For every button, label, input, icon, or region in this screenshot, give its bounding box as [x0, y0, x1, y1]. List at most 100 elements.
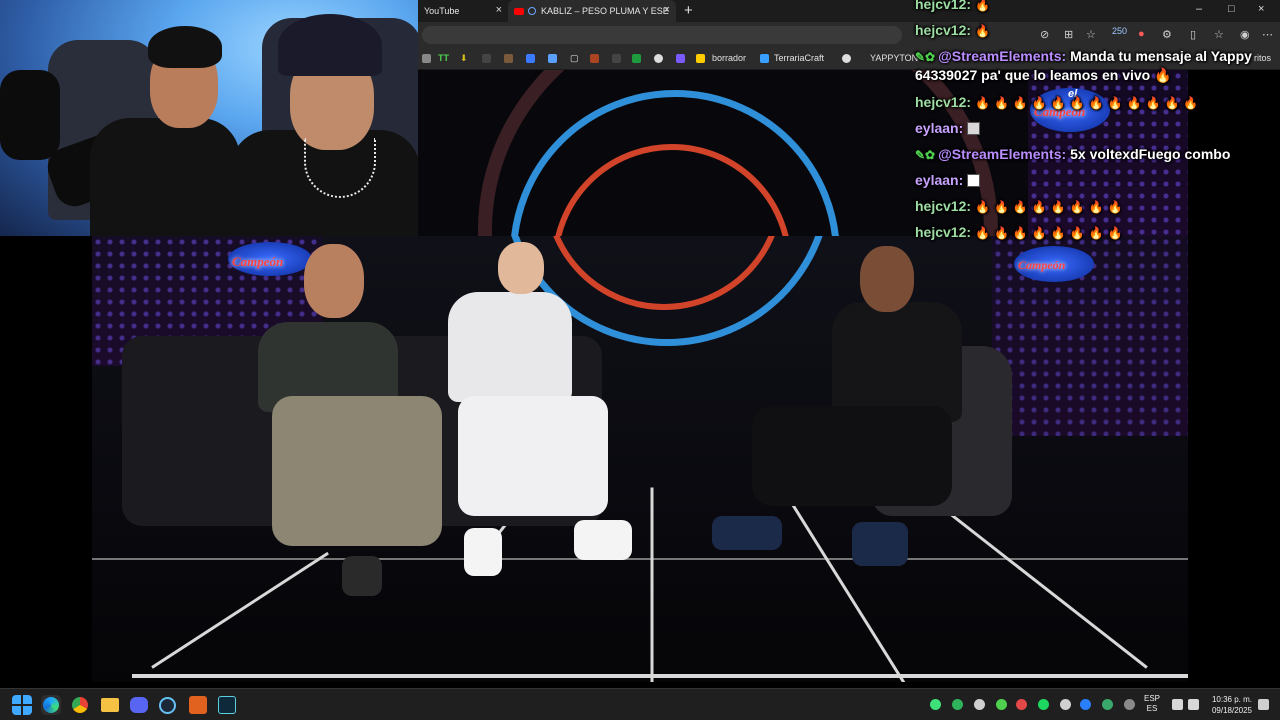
- moderator-badge-icon: ✎✿: [915, 50, 936, 64]
- chat-message-continued: 64339027 pa' que lo leamos en vivo 🔥: [915, 67, 1172, 84]
- chat-text: 5x voltexdFuego combo: [1070, 146, 1231, 162]
- bluetooth-icon[interactable]: [1080, 699, 1091, 710]
- excel-icon[interactable]: [632, 54, 641, 63]
- download-icon[interactable]: ⬇: [460, 53, 468, 64]
- discord-icon[interactable]: [130, 697, 148, 713]
- bookmark-icon[interactable]: [676, 54, 685, 63]
- headphones-icon[interactable]: [974, 699, 985, 710]
- bookmark-icon[interactable]: [590, 54, 599, 63]
- chat-message: hejcv12: 🔥🔥🔥🔥🔥🔥🔥🔥🔥🔥🔥🔥: [915, 94, 1202, 110]
- bookmark-icon[interactable]: [504, 54, 513, 63]
- bookmark-icon[interactable]: [654, 54, 663, 63]
- mic-icon[interactable]: [1124, 699, 1135, 710]
- windows-start-icon[interactable]: [12, 695, 32, 715]
- emote-icon: [967, 174, 981, 187]
- fire-emote-icon: 🔥🔥🔥🔥🔥🔥🔥🔥: [975, 200, 1127, 214]
- floor-line: [650, 487, 654, 682]
- floor-line: [132, 674, 1188, 678]
- webcam-overlay: [0, 0, 418, 236]
- fire-emote-icon: 🔥🔥🔥🔥🔥🔥🔥🔥: [975, 226, 1127, 240]
- floor-line: [151, 551, 329, 669]
- new-tab-button[interactable]: +: [684, 2, 693, 19]
- file-explorer-icon[interactable]: [101, 698, 119, 712]
- bookmark-icon[interactable]: [696, 54, 705, 63]
- chat-username: eylaan:: [915, 172, 964, 188]
- moderator-badge-icon: ✎✿: [915, 148, 936, 162]
- chat-overlay: hejcv12: 🔥 hejcv12: 🔥 ✎✿ @StreamElements: Ma…: [915, 0, 1280, 250]
- floor-line: [92, 558, 1188, 560]
- bookmark-icon[interactable]: TT: [438, 53, 449, 63]
- youtube-icon: [514, 7, 524, 15]
- logo-main-text: Campeón: [1018, 258, 1066, 272]
- floor-line: [941, 506, 1148, 669]
- tab-youtube[interactable]: YouTube ×: [418, 0, 508, 22]
- video-player[interactable]: Campeón Campeón: [92, 236, 1188, 682]
- tray-icon[interactable]: [1016, 699, 1027, 710]
- edge-icon[interactable]: [43, 697, 59, 713]
- tab-label: KABLIZ – PESO PLUMA Y ESE: [541, 6, 669, 16]
- volume-icon[interactable]: [1188, 699, 1199, 710]
- bookmark-icon[interactable]: [482, 54, 491, 63]
- chat-text: 64339027 pa' que lo leamos en vivo 🔥: [915, 67, 1172, 83]
- app-icon[interactable]: [218, 696, 236, 714]
- floor-line: [780, 486, 906, 682]
- fire-emote-icon: 🔥: [975, 0, 994, 12]
- bookmark-icon[interactable]: [612, 54, 621, 63]
- bookmark-icon: [842, 54, 851, 63]
- address-bar[interactable]: [422, 26, 902, 44]
- chat-text: Manda tu mensaje al Yappy: [1070, 48, 1252, 64]
- close-icon[interactable]: ×: [496, 4, 502, 16]
- steam-icon[interactable]: [159, 697, 176, 714]
- recording-icon: [528, 7, 536, 15]
- bookmark-yappyton[interactable]: YAPPYTON: [870, 53, 918, 63]
- chrome-icon[interactable]: [72, 697, 88, 713]
- chat-message: hejcv12: 🔥🔥🔥🔥🔥🔥🔥🔥: [915, 198, 1127, 214]
- chat-message: ✎✿ @StreamElements: 5x voltexdFuego combo: [915, 146, 1230, 162]
- app-icon[interactable]: [189, 696, 207, 714]
- fire-emote-icon: 🔥: [975, 24, 994, 38]
- chat-username: hejcv12:: [915, 0, 972, 12]
- spotify-icon[interactable]: [1038, 699, 1049, 710]
- clock[interactable]: 10:36 p. m. 09/18/2025: [1206, 694, 1252, 716]
- close-icon[interactable]: ×: [664, 4, 670, 16]
- tab-label: YouTube: [424, 6, 460, 16]
- chat-username: hejcv12:: [915, 198, 972, 214]
- fire-emote-icon: 🔥🔥🔥🔥🔥🔥🔥🔥🔥🔥🔥🔥: [975, 96, 1203, 110]
- tray-icon[interactable]: [952, 699, 963, 710]
- language-indicator[interactable]: ESP ES: [1144, 694, 1160, 714]
- bookmark-terrariacraft[interactable]: TerrariaCraft: [774, 53, 824, 63]
- bookmark-icon[interactable]: [548, 54, 557, 63]
- network-icon[interactable]: [1172, 699, 1183, 710]
- language-code: ESP: [1144, 694, 1161, 703]
- tray-icon[interactable]: [996, 699, 1007, 710]
- tray-icon[interactable]: [1102, 699, 1113, 710]
- chat-message: eylaan:: [915, 172, 981, 188]
- chat-message: eylaan:: [915, 120, 981, 136]
- notifications-icon[interactable]: [1258, 699, 1269, 710]
- logo-main-text: Campeón: [232, 254, 284, 269]
- clock-date: 09/18/2025: [1211, 706, 1252, 715]
- tray-icon[interactable]: [1060, 699, 1071, 710]
- chat-username: hejcv12:: [915, 22, 972, 38]
- emote-icon: [967, 122, 981, 135]
- tray-icon[interactable]: [930, 699, 941, 710]
- tab-active-video[interactable]: KABLIZ – PESO PLUMA Y ESE ×: [508, 0, 676, 22]
- language-region: ES: [1146, 704, 1158, 713]
- chat-message: hejcv12: 🔥: [915, 0, 994, 12]
- microphone: [0, 70, 60, 160]
- chat-username: hejcv12:: [915, 94, 972, 110]
- folder-icon[interactable]: ▢: [570, 53, 579, 64]
- taskbar: ESP ES 10:36 p. m. 09/18/2025: [0, 688, 1280, 720]
- chat-message: ✎✿ @StreamElements: Manda tu mensaje al Ya…: [915, 48, 1252, 64]
- bookmark-icon: [760, 54, 769, 63]
- chat-message: hejcv12: 🔥: [915, 22, 994, 38]
- chat-username: eylaan:: [915, 120, 964, 136]
- chat-username: @StreamElements:: [938, 48, 1067, 64]
- chat-username: @StreamElements:: [938, 146, 1067, 162]
- bookmark-icon[interactable]: [526, 54, 535, 63]
- bookmark-borrador[interactable]: borrador: [712, 53, 746, 63]
- bookmark-icon[interactable]: [422, 54, 431, 63]
- chat-message: hejcv12: 🔥🔥🔥🔥🔥🔥🔥🔥: [915, 224, 1127, 240]
- chat-username: hejcv12:: [915, 224, 972, 240]
- clock-time: 10:36 p. m.: [1211, 695, 1252, 704]
